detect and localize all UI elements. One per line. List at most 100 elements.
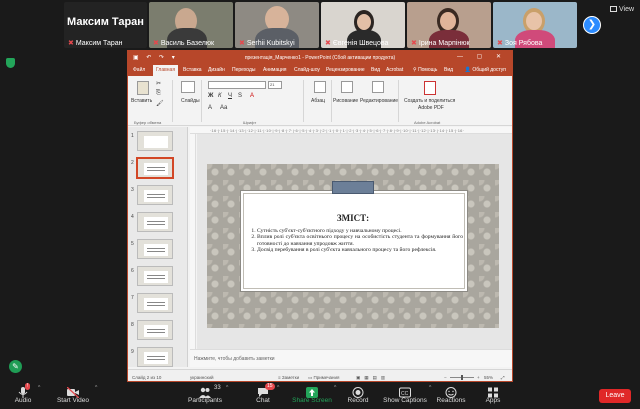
participant-tile[interactable]: ✖ Ірина Марпінюк [407,2,491,48]
audio-label: Audio [14,397,32,404]
text-highlight-button[interactable]: A [208,105,212,111]
participant-tile[interactable]: ✖ Зоя Рябова [493,2,577,48]
language-indicator[interactable]: украинский [190,375,213,380]
tab-slideshow[interactable]: Слайд-шоу [294,67,320,73]
participant-tile[interactable]: ✖ Євгенія Швецова [321,2,405,48]
comments-button[interactable]: ▭ Примечания [308,375,340,381]
tab-transitions[interactable]: Переходы [232,67,255,73]
leave-button[interactable]: Leave [599,389,631,403]
slides-button[interactable]: Слайды [181,98,200,104]
editing-icon[interactable] [372,81,384,93]
drawing-icon[interactable] [341,81,353,93]
next-page-button[interactable]: ❯ [583,16,601,34]
zoom-level[interactable]: 55% [484,375,493,380]
copy-icon[interactable]: ⎘ [156,90,161,97]
start-video-button[interactable]: Start Video [52,382,94,409]
audio-button[interactable]: ! Audio [8,382,38,409]
share-screen-icon [306,385,318,398]
slide-thumbnail[interactable] [137,131,173,151]
slide-thumbnail[interactable] [137,320,173,340]
cut-icon[interactable]: ✂ [156,80,161,87]
font-size-select[interactable]: 21 [268,81,282,89]
slide-thumbnail[interactable] [137,212,173,232]
share-screen-button[interactable]: Share Screen [290,382,334,409]
italic-button[interactable]: К [218,93,222,99]
show-captions-button[interactable]: CC Show Captions [382,382,428,409]
tab-home[interactable]: Главная [153,65,179,76]
slide-thumbnail-selected[interactable] [137,158,173,178]
paste-icon[interactable] [137,81,149,95]
participant-tile[interactable]: ✖ Serhii Kubitskyi [235,2,319,48]
thumbnail-line [147,194,165,195]
drawing-button[interactable]: Рисование [333,98,358,104]
video-options-caret[interactable]: ^ [95,385,97,391]
bold-button[interactable]: Ж [208,93,213,99]
tab-file[interactable]: Файл [133,67,145,73]
new-slide-icon[interactable] [181,81,195,93]
slide-thumbnail[interactable] [137,293,173,313]
paragraph-button[interactable]: Абзац [311,98,325,104]
participant-tile[interactable]: Максим Таран ✖ Максим Таран [64,2,147,48]
record-icon [352,385,364,398]
zoom-slider-handle[interactable] [461,375,463,380]
thumbnail-content [144,190,168,202]
record-button[interactable]: Record [344,382,372,409]
participants-button[interactable]: 33 Participants [185,382,225,409]
slide-content-list[interactable]: Сутність суб'єкт-суб'єктного підходу у н… [249,228,463,254]
audio-options-caret[interactable]: ^ [38,385,40,391]
tab-view[interactable]: Вид [371,67,380,73]
slide-thumbnail[interactable] [137,185,173,205]
slide-thumbnail[interactable] [137,266,173,286]
share-options-caret[interactable]: ^ [334,385,336,391]
chat-button[interactable]: 15 Chat [250,382,276,409]
participant-strip: Максим Таран ✖ Максим Таран ✖ Василь Базел… [0,0,640,50]
reactions-button[interactable]: Reactions [436,382,466,409]
thumbnail-content [144,163,168,175]
tab-help[interactable]: ⚲ Помощь [413,67,437,73]
participants-label: Participants [188,397,222,404]
participants-icon [199,385,211,398]
view-mode-buttons[interactable]: ▣▦▤▥ [356,375,389,381]
share-button[interactable]: 👤 Общий доступ [465,67,506,73]
ppt-menubar: Файл Главная Вставка Дизайн Переходы Ани… [128,64,512,76]
paste-button[interactable]: Вставить [131,98,152,104]
acrobat-create-button[interactable]: Создать и поделиться [404,98,455,104]
tab-design[interactable]: Дизайн [208,67,225,73]
view-button[interactable]: View [610,6,634,13]
format-painter-icon[interactable]: 🖌 [156,100,164,107]
underline-button[interactable]: Ч [228,93,232,99]
annotate-pencil-icon[interactable]: ✎ [9,360,22,373]
participants-options-caret[interactable]: ^ [226,385,228,391]
char-spacing-button[interactable]: Aa [220,105,227,111]
tab-animations[interactable]: Анимация [263,67,286,73]
apps-button[interactable]: Apps [482,382,504,409]
editing-button[interactable]: Редактирование [360,98,398,104]
tab-review[interactable]: Рецензирование [326,67,365,73]
tab-insert[interactable]: Вставка [183,67,202,73]
slide-thumbnail[interactable] [137,347,173,367]
tab-acrobat[interactable]: Acrobat [386,67,403,73]
slide-thumbnail[interactable] [137,239,173,259]
font-color-button[interactable]: A [250,93,254,99]
participant-tile[interactable]: ✖ Василь Базелюк [149,2,233,48]
paragraph-icon[interactable] [314,81,326,93]
current-slide[interactable]: ЗМІСТ: Сутність суб'єкт-суб'єктного підх… [207,164,499,328]
zoom-in-button[interactable]: + [477,375,480,380]
captions-options-caret[interactable]: ^ [429,385,431,391]
apps-grid-icon [487,385,499,398]
zoom-out-button[interactable]: − [444,375,447,380]
security-shield-icon[interactable] [6,58,15,68]
slide-editing-area[interactable]: ЗМІСТ: Сутність суб'єкт-суб'єктного підх… [197,134,512,349]
video-label: Start Video [56,397,90,404]
slide-heading[interactable]: ЗМІСТ: [207,213,499,223]
tab-view-2[interactable]: Вид [444,67,453,73]
fit-slide-icon[interactable]: ⤢ [501,375,505,380]
adobe-pdf-icon[interactable] [424,81,436,95]
chat-options-caret[interactable]: ^ [277,385,279,391]
window-controls[interactable]: — ▢ ✕ [457,53,507,60]
notes-pane[interactable]: Нажмите, чтобы добавить заметки [190,349,512,367]
font-name-select[interactable] [208,81,266,89]
notes-button[interactable]: ≡ Заметки [278,375,299,380]
svg-text:CC: CC [401,391,409,397]
strikethrough-button[interactable]: S [238,93,242,99]
